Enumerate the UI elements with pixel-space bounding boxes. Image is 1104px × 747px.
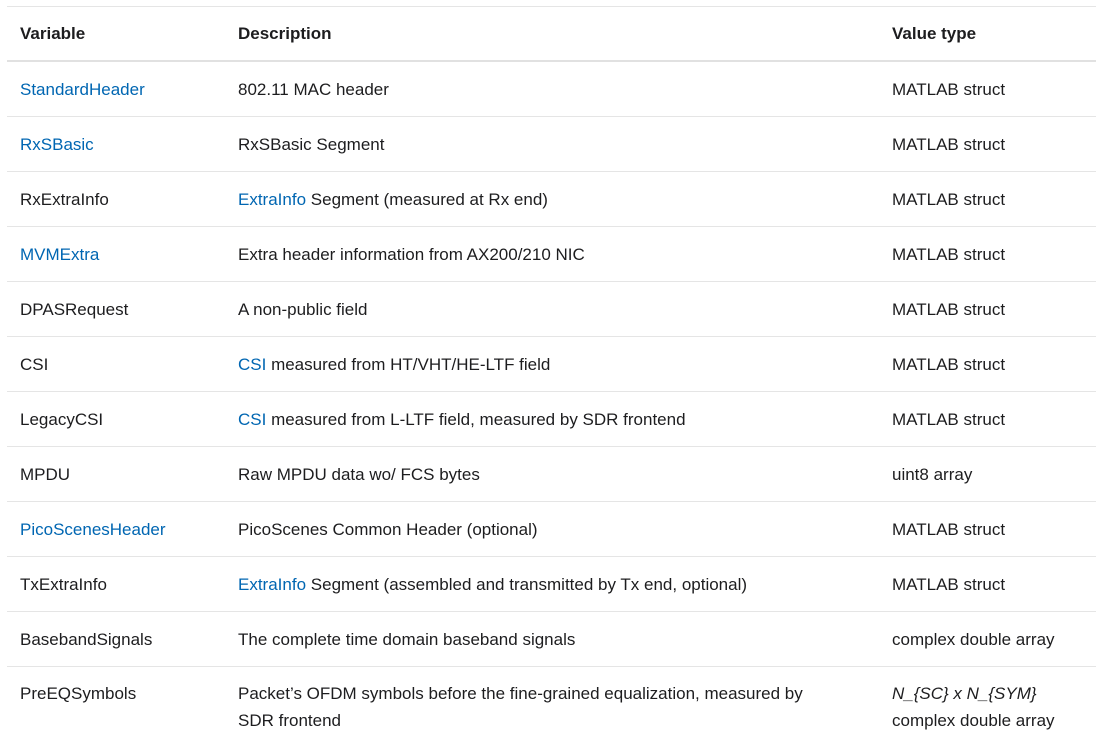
description-link[interactable]: ExtraInfo — [238, 190, 306, 209]
description-text: The complete time domain baseband signal… — [238, 629, 576, 649]
table-row: RxSBasic RxSBasic Segment MATLAB struct — [7, 117, 1096, 172]
variable-name: MPDU — [20, 464, 71, 484]
description-cell: The complete time domain baseband signal… — [225, 612, 879, 667]
header-variable: Variable — [20, 23, 86, 43]
variable-cell: DPASRequest — [7, 282, 225, 337]
description-line-1: Packet’s OFDM symbols before the fine-gr… — [238, 684, 803, 703]
value-type-cell: MATLAB struct — [892, 354, 1006, 374]
description-cell: ExtraInfo Segment (measured at Rx end) — [225, 172, 879, 227]
value-type-cell: MATLAB struct — [892, 79, 1006, 99]
description-cell: 802.11 MAC header — [225, 61, 879, 117]
description-cell: Packet’s OFDM symbols before the fine-gr… — [225, 667, 879, 735]
value-type-cell: complex double array — [892, 629, 1055, 649]
value-type-cell: MATLAB struct — [892, 409, 1006, 429]
variable-name: BasebandSignals — [20, 629, 153, 649]
table-row: StandardHeader 802.11 MAC header MATLAB st… — [7, 61, 1096, 117]
value-type-cell: MATLAB struct — [892, 189, 1006, 209]
description-cell: ExtraInfo Segment (assembled and transmi… — [225, 557, 879, 612]
variable-link[interactable]: PicoScenesHeader — [20, 520, 166, 539]
table-row: RxExtraInfo ExtraInfo Segment (measured a… — [7, 172, 1096, 227]
description-text: RxSBasic Segment — [238, 134, 385, 154]
value-type-cell: MATLAB struct — [892, 244, 1006, 264]
table-header-row: Variable Description Value type — [7, 6, 1096, 61]
variables-table-container: Variable Description Value type Standard… — [7, 6, 1096, 734]
variable-cell: BasebandSignals — [7, 612, 225, 667]
variable-cell: RxSBasic — [7, 117, 225, 172]
variable-cell: CSI — [7, 337, 225, 392]
variable-cell: TxExtraInfo — [7, 557, 225, 612]
description-text: 802.11 MAC header — [238, 79, 389, 99]
value-type-cell: uint8 array — [892, 464, 973, 484]
description-line-2: SDR frontend — [238, 711, 341, 730]
description-cell: CSI measured from L-LTF field, measured … — [225, 392, 879, 447]
dimension-formula: N_{SC} x N_{SYM} — [892, 684, 1037, 703]
variable-cell: MPDU — [7, 447, 225, 502]
variable-name: RxExtraInfo — [20, 189, 109, 209]
description-cell: RxSBasic Segment — [225, 117, 879, 172]
description-text: Segment (measured at Rx end) — [306, 189, 548, 209]
variables-table: Variable Description Value type Standard… — [7, 6, 1096, 734]
value-type-cell: N_{SC} x N_{SYM} complex double array — [879, 667, 1096, 735]
variable-name: CSI — [20, 354, 49, 374]
description-text: PicoScenes Common Header (optional) — [238, 519, 538, 539]
variable-link[interactable]: RxSBasic — [20, 135, 94, 154]
description-text: measured from L-LTF field, measured by S… — [266, 409, 686, 429]
variable-cell: PreEQSymbols — [20, 684, 137, 703]
description-text: Segment (assembled and transmitted by Tx… — [306, 574, 748, 594]
description-link[interactable]: CSI — [238, 410, 266, 429]
value-type-cell: MATLAB struct — [892, 134, 1006, 154]
description-text: Raw MPDU data wo/ FCS bytes — [238, 464, 480, 484]
description-cell: Raw MPDU data wo/ FCS bytes — [225, 447, 879, 502]
description-link[interactable]: ExtraInfo — [238, 575, 306, 594]
variable-cell: RxExtraInfo — [7, 172, 225, 227]
variable-cell: StandardHeader — [7, 61, 225, 117]
table-row: PicoScenesHeader PicoScenes Common Header… — [7, 502, 1096, 557]
table-row: LegacyCSI CSI measured from L-LTF field, … — [7, 392, 1096, 447]
table-row: MPDU Raw MPDU data wo/ FCS bytes uint8 arr… — [7, 447, 1096, 502]
description-cell: A non-public field — [225, 282, 879, 337]
table-row: DPASRequest A non-public field MATLAB stru… — [7, 282, 1096, 337]
description-cell: CSI measured from HT/VHT/HE-LTF field — [225, 337, 879, 392]
variable-name: DPASRequest — [20, 299, 129, 319]
table-row: MVMExtra Extra header information from AX… — [7, 227, 1096, 282]
variable-link[interactable]: StandardHeader — [20, 80, 145, 99]
variable-cell: LegacyCSI — [7, 392, 225, 447]
table-row-preeqsymbols: PreEQSymbols Packet’s OFDM symbols befor… — [7, 667, 1096, 735]
value-type-cell: MATLAB struct — [892, 574, 1006, 594]
variable-cell: PicoScenesHeader — [7, 502, 225, 557]
value-type-cell: MATLAB struct — [892, 519, 1006, 539]
description-cell: PicoScenes Common Header (optional) — [225, 502, 879, 557]
variable-name: LegacyCSI — [20, 409, 104, 429]
value-type-cell: MATLAB struct — [892, 299, 1006, 319]
value-type-text: complex double array — [892, 711, 1055, 730]
description-text: A non-public field — [238, 299, 368, 319]
description-cell: Extra header information from AX200/210 … — [225, 227, 879, 282]
variable-name: TxExtraInfo — [20, 574, 107, 594]
variable-cell: MVMExtra — [7, 227, 225, 282]
table-row: TxExtraInfo ExtraInfo Segment (assembled … — [7, 557, 1096, 612]
description-link[interactable]: CSI — [238, 355, 266, 374]
variable-link[interactable]: MVMExtra — [20, 245, 99, 264]
table-row: BasebandSignals The complete time domain … — [7, 612, 1096, 667]
description-text: measured from HT/VHT/HE-LTF field — [266, 354, 551, 374]
header-value-type: Value type — [892, 23, 977, 43]
table-row: CSI CSI measured from HT/VHT/HE-LTF field… — [7, 337, 1096, 392]
description-text: Extra header information from AX200/210 … — [238, 244, 585, 264]
header-description: Description — [238, 23, 332, 43]
